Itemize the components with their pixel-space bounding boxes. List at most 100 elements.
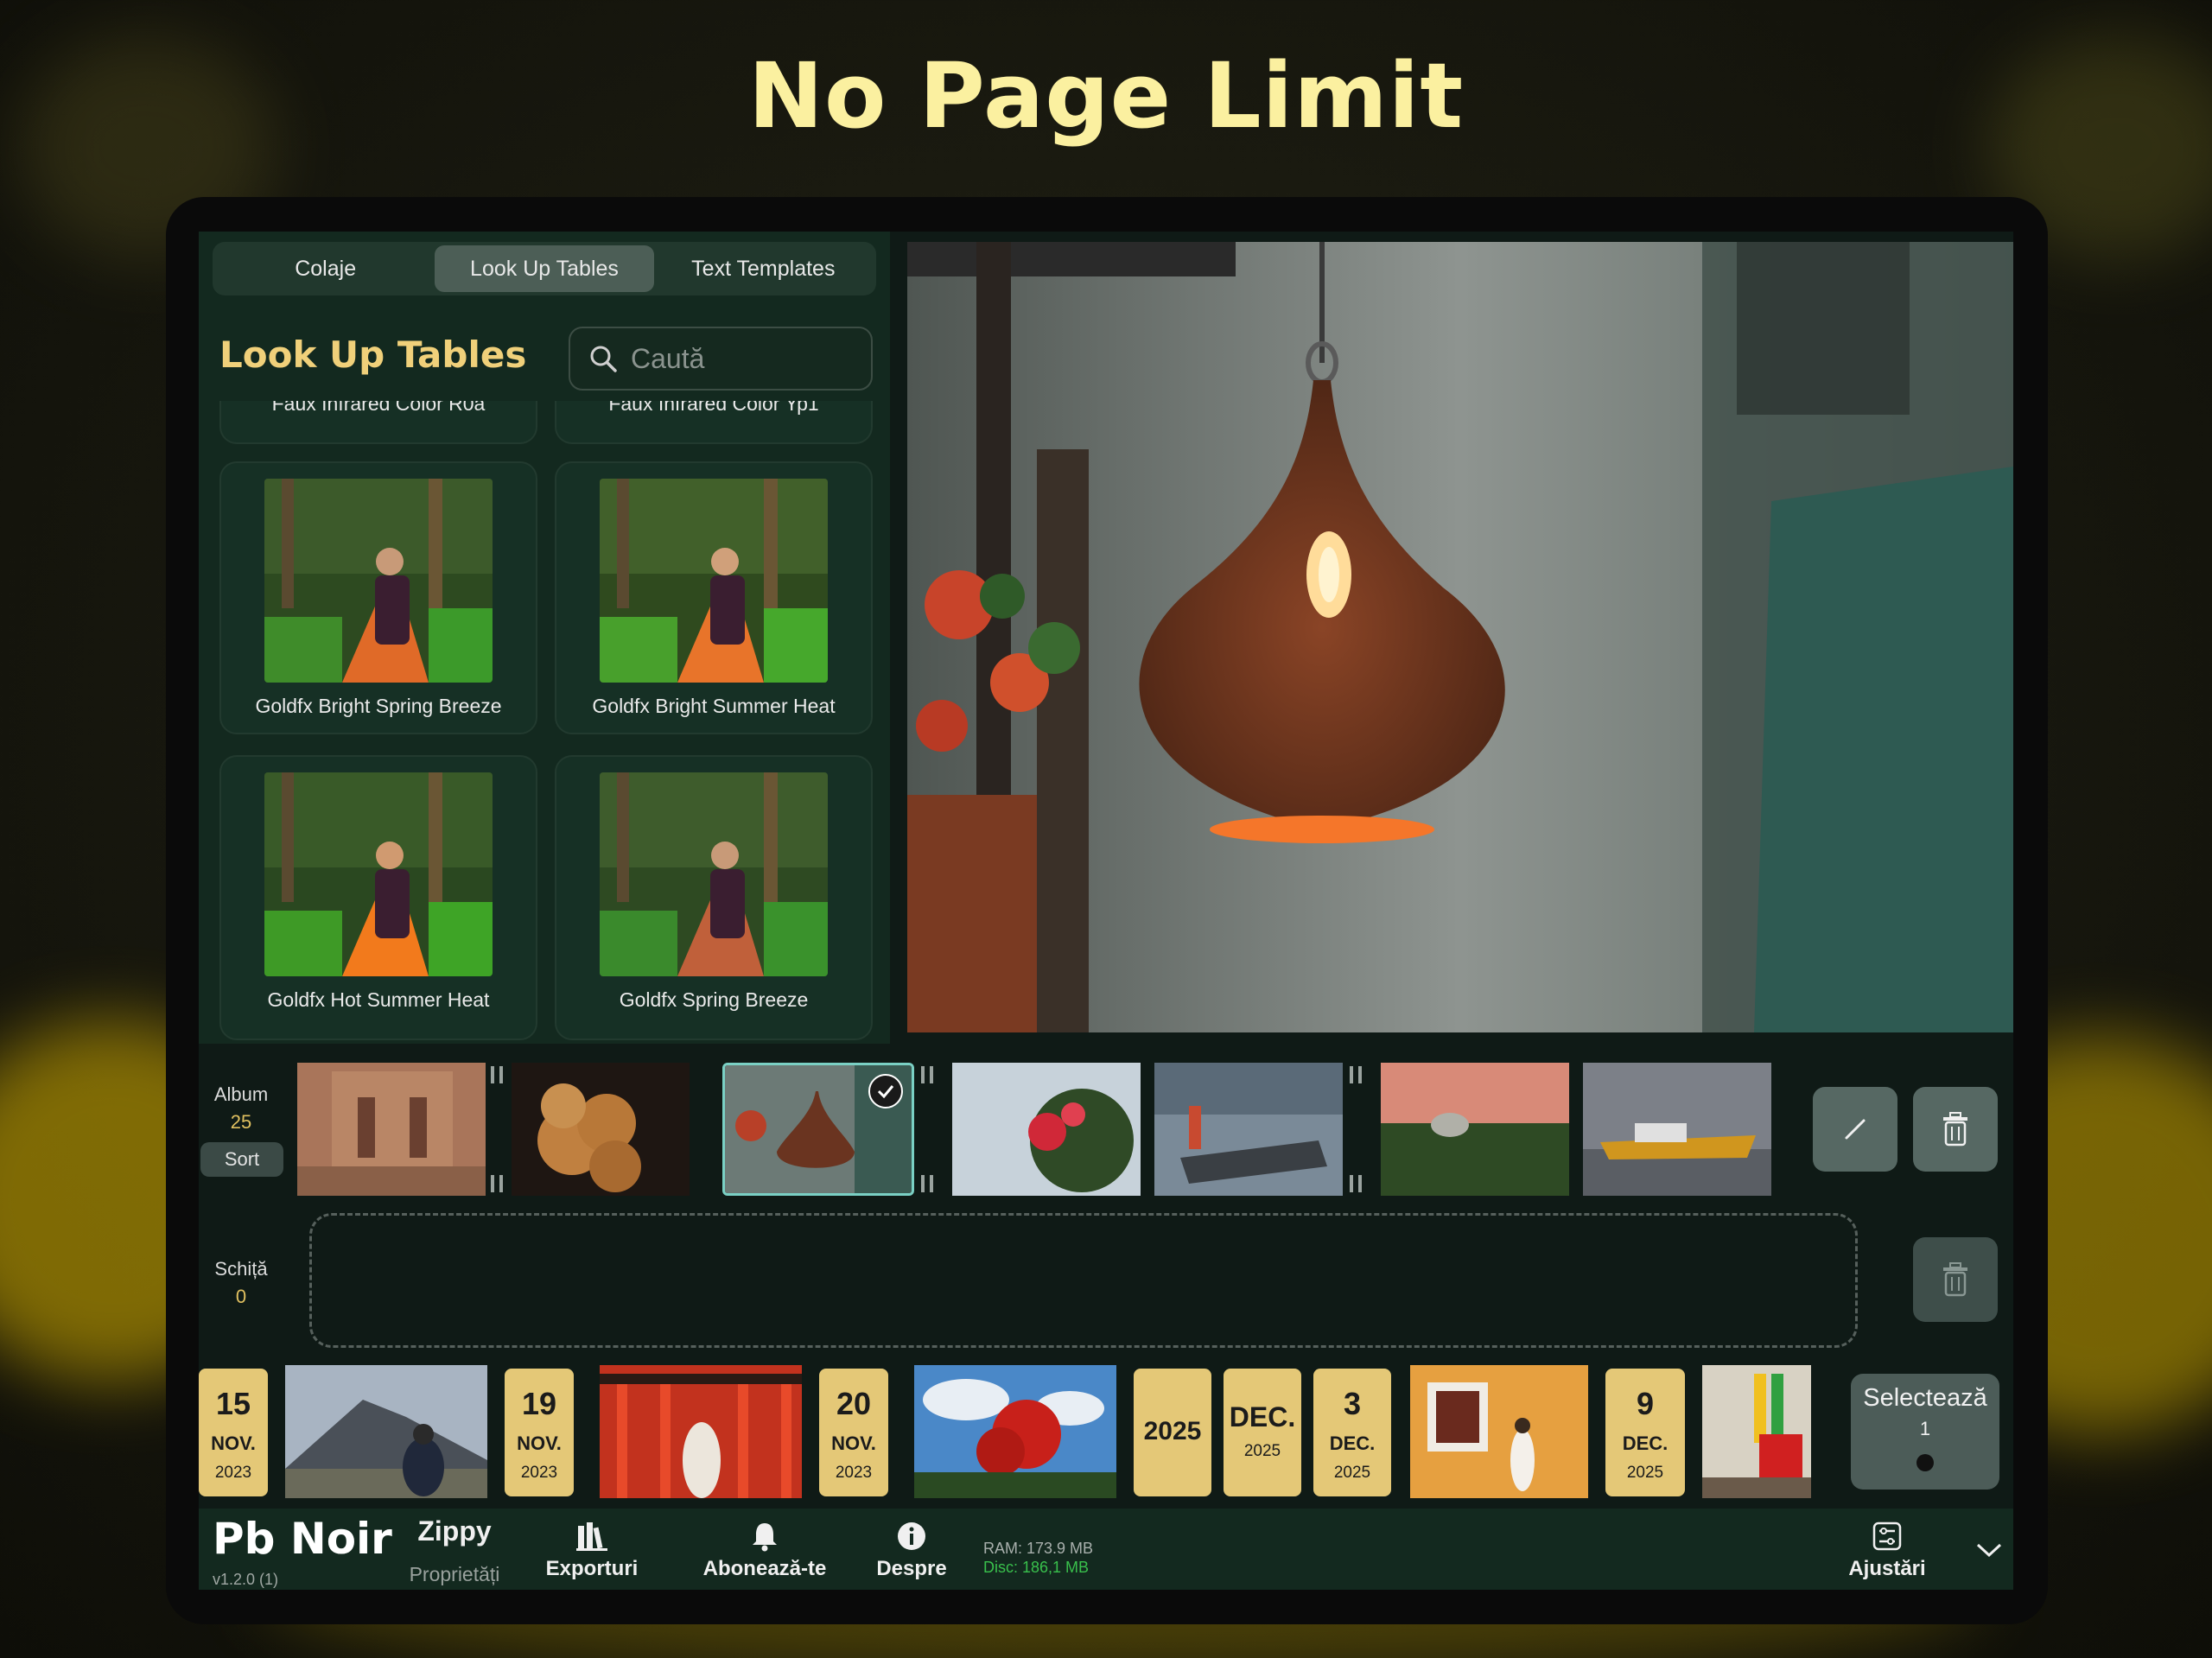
lut-card[interactable]: Goldfx Bright Summer Heat: [555, 461, 873, 734]
album-thumbnail[interactable]: [1154, 1063, 1343, 1196]
year-tile[interactable]: 2025: [1134, 1369, 1211, 1496]
date-day: 15: [215, 1386, 251, 1421]
schita-title: Schiță: [214, 1258, 268, 1280]
edit-button[interactable]: [1813, 1087, 1897, 1172]
album-thumbnail[interactable]: [1381, 1063, 1569, 1196]
date-year: 2025: [1243, 1442, 1281, 1460]
date-month: DEC.: [1622, 1432, 1669, 1454]
album-thumbnail[interactable]: [1583, 1063, 1771, 1196]
exports-label: Exporturi: [545, 1557, 639, 1580]
lut-card-label: Goldfx Spring Breeze: [619, 988, 809, 1011]
app-brand: Pb Noir: [213, 1514, 392, 1564]
exports-button[interactable]: Exporturi: [536, 1521, 648, 1581]
date-tile[interactable]: 9 DEC. 2025: [1605, 1369, 1685, 1496]
tab-text-templates[interactable]: Text Templates: [654, 245, 873, 292]
select-count: 1: [1919, 1418, 1931, 1439]
year-only: 2025: [1143, 1417, 1202, 1445]
trash-icon: [1943, 1262, 1967, 1297]
tab-colaje[interactable]: Colaje: [216, 245, 435, 292]
app-screen: Colaje Look Up Tables Text Templates Loo…: [199, 232, 2013, 1590]
pencil-icon: [1845, 1119, 1866, 1140]
adjustments-button[interactable]: Ajustări: [1835, 1521, 1939, 1581]
lut-card[interactable]: Goldfx Hot Summer Heat: [219, 755, 537, 1040]
lut-preview-image: [600, 479, 828, 683]
album-thumbnail-selected[interactable]: [722, 1063, 914, 1196]
album-thumbnail[interactable]: [297, 1063, 486, 1196]
album-thumbnail[interactable]: [512, 1063, 690, 1196]
date-year: 2025: [1626, 1464, 1664, 1482]
timeline-photo[interactable]: [285, 1365, 487, 1498]
about-label: Despre: [876, 1557, 947, 1580]
film-sprocket: [919, 1063, 937, 1196]
lut-card[interactable]: Faux Infrared Color R0a: [219, 401, 537, 444]
subscribe-button[interactable]: Abonează-te: [683, 1521, 847, 1581]
lut-grid: Faux Infrared Color R0a Faux Infrared Co…: [199, 401, 890, 1044]
timeline-photo[interactable]: [1702, 1365, 1811, 1498]
zippy-properties-button[interactable]: Zippy Proprietăți: [394, 1512, 515, 1586]
album-count: 25: [230, 1111, 252, 1133]
lut-card-label: Goldfx Bright Summer Heat: [592, 695, 836, 717]
date-tile[interactable]: 3 DEC. 2025: [1313, 1369, 1391, 1496]
date-tile[interactable]: 15 NOV. 2023: [199, 1369, 268, 1496]
delete-draft-button[interactable]: [1913, 1237, 1998, 1322]
date-day: 3: [1343, 1386, 1362, 1421]
timeline-photo[interactable]: [1410, 1365, 1588, 1498]
select-label: Selectează: [1863, 1384, 1987, 1412]
date-month: NOV.: [517, 1432, 562, 1454]
delete-album-button[interactable]: [1913, 1087, 1998, 1172]
bell-icon: [753, 1523, 777, 1552]
lut-card-label: Faux Infrared Color Yp1: [608, 401, 819, 415]
date-tile[interactable]: 20 NOV. 2023: [819, 1369, 888, 1496]
subscribe-label: Abonează-te: [702, 1557, 827, 1580]
lut-card[interactable]: Goldfx Spring Breeze: [555, 755, 873, 1040]
search-icon: [590, 346, 617, 372]
chevron-down-icon[interactable]: [1975, 1541, 2003, 1559]
timeline-photo[interactable]: [600, 1365, 802, 1498]
bottom-toolbar: Pb Noir v1.2.0 (1) Zippy Proprietăți Exp…: [199, 1509, 2013, 1590]
lut-preview-image: [264, 772, 493, 976]
lut-card-label: Goldfx Hot Summer Heat: [267, 988, 490, 1011]
date-tile[interactable]: 19 NOV. 2023: [505, 1369, 574, 1496]
lut-preview-image: [600, 772, 828, 976]
film-sprocket: [489, 1063, 506, 1196]
search-input[interactable]: [631, 342, 855, 375]
lut-card[interactable]: Faux Infrared Color Yp1: [555, 401, 873, 444]
date-year: 2023: [520, 1464, 558, 1482]
lut-preview-image: [264, 479, 493, 683]
about-button[interactable]: Despre: [864, 1521, 959, 1581]
album-thumbnail[interactable]: [952, 1063, 1141, 1196]
month-tile[interactable]: DEC. 2025: [1224, 1369, 1301, 1496]
date-year: 2023: [214, 1464, 252, 1482]
properties-label: Proprietăți: [409, 1563, 500, 1585]
schita-count: 0: [235, 1286, 247, 1307]
segmented-tabs: Colaje Look Up Tables Text Templates: [213, 242, 876, 295]
date-month: NOV.: [831, 1432, 876, 1454]
date-month: DEC.: [1329, 1432, 1376, 1454]
search-box[interactable]: [569, 327, 873, 391]
tab-look-up-tables[interactable]: Look Up Tables: [435, 245, 654, 292]
sliders-icon: [1872, 1521, 1902, 1551]
lut-card-label: Faux Infrared Color R0a: [271, 401, 486, 415]
disc-usage: Disc: 186,1 MB: [983, 1559, 1090, 1576]
lut-card-label: Goldfx Bright Spring Breeze: [255, 695, 502, 717]
checkmark-icon: [868, 1074, 903, 1109]
draft-drop-zone[interactable]: [309, 1213, 1858, 1348]
promo-headline: No Page Limit: [747, 43, 1465, 149]
photo-preview[interactable]: [907, 242, 2013, 1032]
select-button[interactable]: Selectează 1: [1851, 1374, 1999, 1490]
adjustments-label: Ajustări: [1848, 1557, 1926, 1580]
info-icon: [898, 1522, 925, 1550]
lut-card[interactable]: Goldfx Bright Spring Breeze: [219, 461, 537, 734]
timeline-photo[interactable]: [914, 1365, 1116, 1498]
app-version: v1.2.0 (1): [213, 1571, 279, 1588]
date-day: 20: [836, 1386, 872, 1421]
album-title: Album: [213, 1083, 269, 1105]
film-sprocket: [1348, 1063, 1365, 1196]
date-month: DEC.: [1229, 1401, 1296, 1432]
schita-label: Schiță 0: [199, 1258, 289, 1308]
sort-button[interactable]: Sort: [200, 1142, 283, 1177]
date-day: 9: [1636, 1386, 1655, 1421]
library-icon: [576, 1522, 607, 1551]
panel-title: Look Up Tables: [219, 334, 527, 376]
date-day: 19: [521, 1386, 557, 1421]
